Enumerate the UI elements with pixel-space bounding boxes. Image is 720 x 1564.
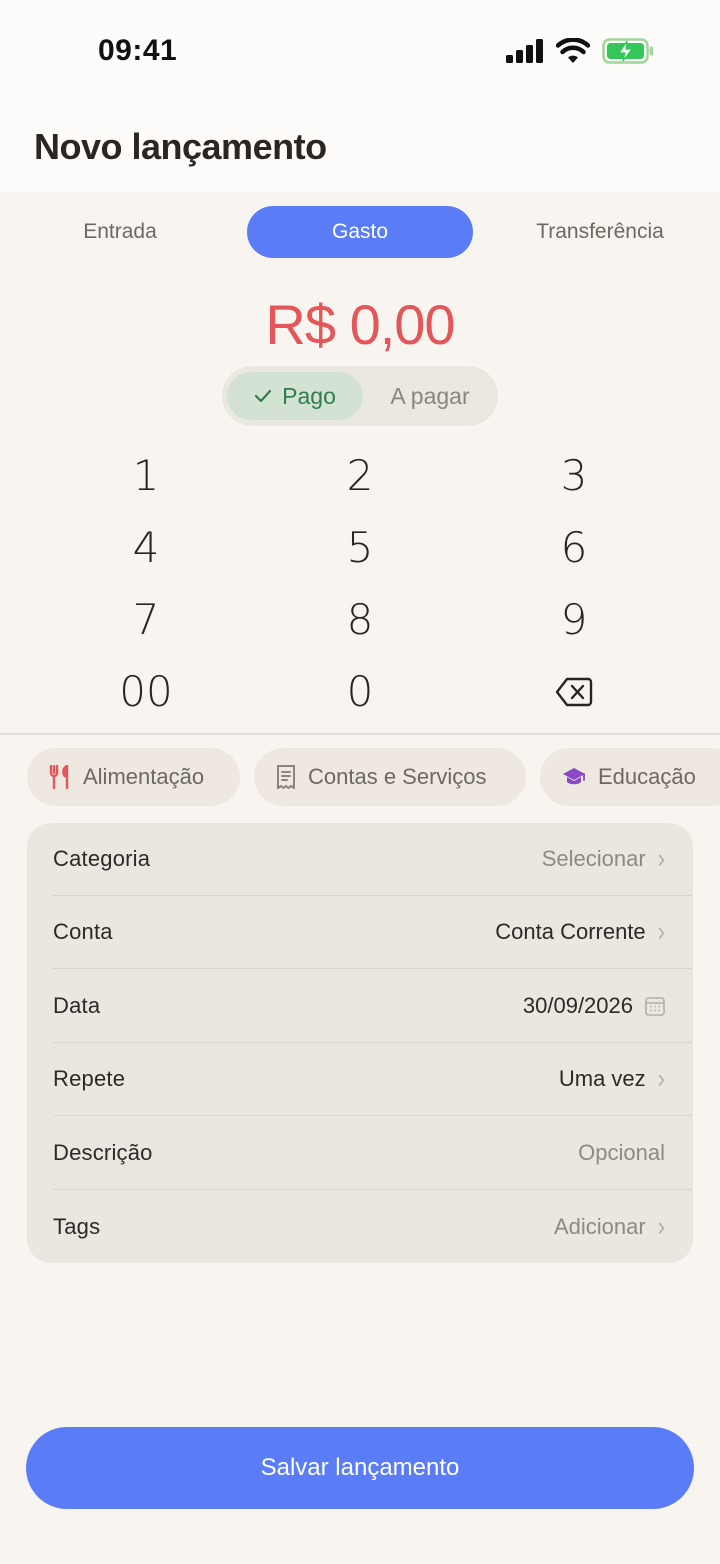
chevron-right-icon: › — [657, 1210, 665, 1241]
section-divider — [0, 733, 720, 735]
row-label: Descrição — [53, 1140, 153, 1165]
paid-label: Pago — [282, 382, 336, 409]
description-placeholder[interactable]: Opcional — [578, 1140, 665, 1166]
row-value: Selecionar — [541, 846, 646, 871]
transaction-form: Categoria Selecionar › Conta Conta Corre… — [27, 823, 693, 1263]
row-label: Data — [53, 993, 101, 1018]
chevron-right-icon: › — [657, 843, 665, 874]
form-row-categoria[interactable]: Categoria Selecionar › — [53, 823, 693, 896]
receipt-icon — [277, 765, 295, 789]
tab-gasto[interactable]: Gasto — [247, 206, 473, 258]
category-chip-contas-servicos[interactable]: Contas e Serviços — [254, 748, 526, 806]
status-time: 09:41 — [98, 34, 178, 67]
amount-display: R$ 0,00 — [265, 293, 455, 356]
row-value: Conta Corrente — [495, 919, 646, 944]
key-0[interactable]: 0 — [260, 659, 460, 725]
save-button[interactable]: Salvar lançamento — [26, 1427, 694, 1509]
backspace-icon — [555, 677, 593, 706]
key-6[interactable]: 6 — [474, 515, 674, 581]
key-9[interactable]: 9 — [474, 587, 674, 653]
tab-entrada[interactable]: Entrada — [20, 206, 220, 258]
graduation-cap-icon — [563, 768, 585, 785]
page-title: Novo lançamento — [34, 126, 327, 167]
form-row-descricao[interactable]: Descrição Opcional — [53, 1117, 693, 1190]
row-label: Repete — [53, 1066, 126, 1091]
unpaid-option[interactable]: A pagar — [368, 372, 492, 420]
calendar-icon — [645, 997, 665, 1016]
chip-label: Contas e Serviços — [308, 764, 487, 789]
check-icon — [255, 389, 272, 403]
category-chip-educacao[interactable]: Educação — [540, 748, 720, 806]
row-label: Tags — [53, 1213, 101, 1239]
unpaid-label: A pagar — [390, 382, 470, 409]
key-2[interactable]: 2 — [260, 443, 460, 509]
chip-label: Alimentação — [83, 764, 205, 789]
key-7[interactable]: 7 — [46, 587, 246, 653]
utensils-icon — [49, 765, 69, 789]
key-1[interactable]: 1 — [46, 443, 246, 509]
status-icons — [506, 38, 654, 64]
cellular-signal-icon — [506, 39, 543, 63]
form-row-conta[interactable]: Conta Conta Corrente › — [53, 896, 693, 969]
row-value: Uma vez — [558, 1066, 646, 1091]
row-value: Adicionar — [553, 1213, 646, 1239]
chip-label: Educação — [598, 764, 696, 789]
form-row-data[interactable]: Data 30/09/2026 — [53, 970, 693, 1043]
row-label: Categoria — [53, 846, 151, 871]
key-4[interactable]: 4 — [46, 515, 246, 581]
form-row-repete[interactable]: Repete Uma vez › — [53, 1043, 693, 1116]
category-chip-alimentacao[interactable]: Alimentação — [27, 748, 240, 806]
tab-transferencia[interactable]: Transferência — [500, 206, 700, 258]
row-label: Conta — [53, 919, 113, 944]
top-bar: 09:41 Novo lançamento — [0, 0, 720, 192]
transaction-type-tabs: Entrada Gasto Transferência — [0, 206, 720, 258]
key-8[interactable]: 8 — [260, 587, 460, 653]
paid-option[interactable]: Pago — [227, 372, 363, 420]
key-3[interactable]: 3 — [474, 443, 674, 509]
chevron-right-icon: › — [657, 1063, 665, 1094]
battery-charging-icon — [602, 38, 653, 64]
form-row-tags[interactable]: Tags Adicionar › — [53, 1190, 693, 1263]
wifi-icon — [556, 38, 590, 63]
key-5[interactable]: 5 — [260, 515, 460, 581]
chevron-right-icon: › — [657, 916, 665, 947]
key-00[interactable]: 00 — [46, 659, 246, 725]
key-backspace[interactable] — [474, 659, 674, 725]
row-value: 30/09/2026 — [522, 993, 633, 1018]
paid-status-toggle: Pago A pagar — [222, 366, 498, 426]
